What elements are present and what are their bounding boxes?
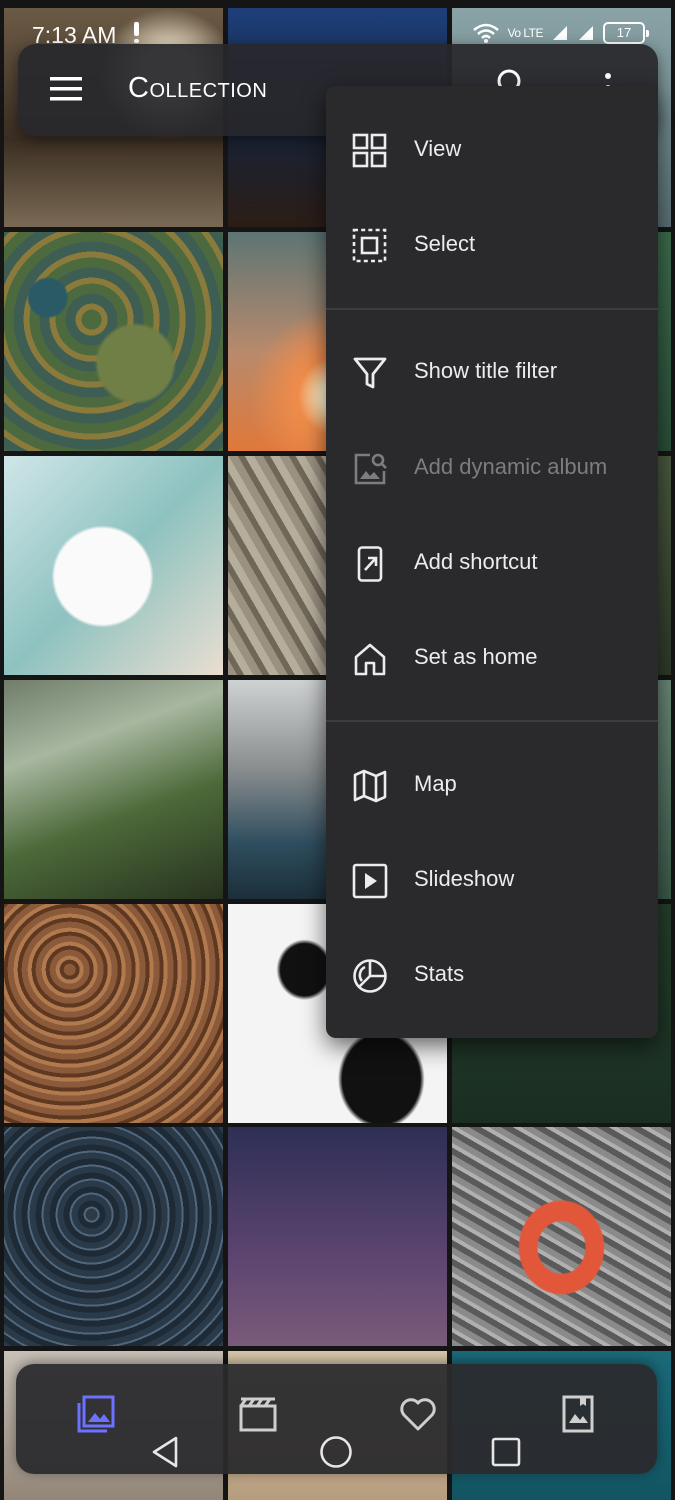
page-title: Collection xyxy=(128,72,268,104)
recents-icon[interactable] xyxy=(488,1434,524,1470)
videos-icon[interactable] xyxy=(238,1396,278,1436)
albums-icon[interactable] xyxy=(558,1394,598,1434)
menu-item-label: Map xyxy=(414,771,457,796)
menu-item-set-as-home[interactable]: Set as home xyxy=(326,621,658,697)
menu-item-label: Add dynamic album xyxy=(414,454,608,479)
menu-item-view[interactable]: View xyxy=(326,113,658,189)
battery-level: 17 xyxy=(616,25,632,40)
filter-icon xyxy=(353,357,387,389)
menu-item-label: Add shortcut xyxy=(414,549,538,574)
menu-item-label: View xyxy=(414,136,462,161)
collection-icon[interactable] xyxy=(76,1394,116,1434)
photo-thumbnail[interactable] xyxy=(228,1127,447,1346)
photo-thumbnail[interactable] xyxy=(4,232,223,451)
select-all-icon xyxy=(352,228,387,263)
menu-divider xyxy=(326,308,658,310)
home-circle-icon[interactable] xyxy=(318,1434,354,1470)
photo-thumbnail[interactable] xyxy=(4,680,223,899)
map-icon xyxy=(353,769,387,803)
back-icon[interactable] xyxy=(148,1434,184,1470)
battery-icon: 17 xyxy=(603,22,649,44)
menu-item-label: Slideshow xyxy=(414,866,515,891)
menu-item-map[interactable]: Map xyxy=(326,748,658,824)
menu-item-add-shortcut[interactable]: Add shortcut xyxy=(326,526,658,602)
photo-thumbnail[interactable] xyxy=(4,904,223,1123)
status-indicators: Vo LTE 17 xyxy=(472,22,649,44)
menu-item-add-dynamic-album[interactable]: Add dynamic album xyxy=(326,431,658,507)
menu-item-stats[interactable]: Stats xyxy=(326,938,658,1014)
shortcut-icon xyxy=(357,546,383,582)
menu-item-label: Set as home xyxy=(414,644,538,669)
grid-view-icon xyxy=(352,133,387,168)
favourites-icon[interactable] xyxy=(398,1394,438,1434)
slideshow-icon xyxy=(352,863,388,899)
menu-icon[interactable] xyxy=(50,76,84,102)
signal-label: Vo LTE xyxy=(507,26,544,40)
menu-divider xyxy=(326,720,658,722)
menu-item-label: Show title filter xyxy=(414,358,558,383)
stats-pie-icon xyxy=(353,959,387,993)
menu-item-label: Select xyxy=(414,231,476,256)
wifi-icon xyxy=(472,23,499,43)
image-search-icon xyxy=(354,453,387,485)
photo-thumbnail[interactable] xyxy=(4,456,223,675)
photo-thumbnail[interactable] xyxy=(4,1127,223,1346)
overflow-menu: View Select Show title filter Add dynami… xyxy=(326,86,658,1038)
menu-item-select[interactable]: Select xyxy=(326,208,658,284)
home-icon xyxy=(354,643,386,676)
signal-icon xyxy=(553,26,567,40)
menu-item-show-title-filter[interactable]: Show title filter xyxy=(326,335,658,411)
menu-item-slideshow[interactable]: Slideshow xyxy=(326,843,658,919)
signal-icon xyxy=(579,26,593,40)
menu-item-label: Stats xyxy=(414,961,465,986)
bottom-navigation xyxy=(16,1364,657,1474)
photo-thumbnail[interactable] xyxy=(452,1127,671,1346)
alert-icon xyxy=(134,22,139,43)
